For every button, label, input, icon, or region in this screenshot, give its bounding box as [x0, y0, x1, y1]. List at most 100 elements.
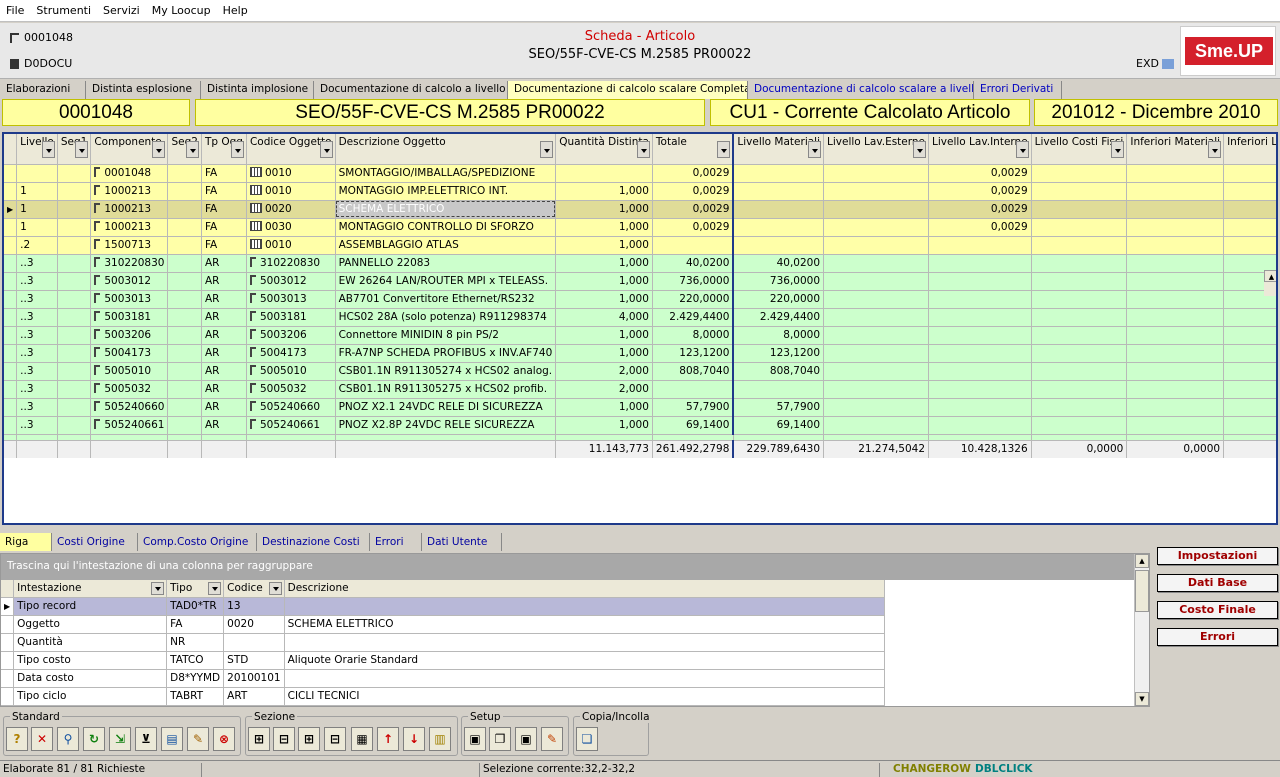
table-row[interactable]: ..3 5004173 AR 5004173 FR-A7NP SCHEDA PROFIB…: [4, 344, 1276, 363]
col-header-12[interactable]: Livello Costi Fissi: [1031, 134, 1128, 165]
cell[interactable]: PANNELLO 22083: [335, 254, 557, 273]
row-selector[interactable]: [4, 398, 18, 417]
cell[interactable]: [57, 416, 92, 435]
cell[interactable]: 505240661: [246, 416, 336, 435]
cell[interactable]: [823, 272, 930, 291]
cell[interactable]: [928, 380, 1032, 399]
col-header-1[interactable]: Seq1: [57, 134, 92, 165]
cell[interactable]: [57, 182, 92, 201]
detail-row[interactable]: Tipo costo TATCO STD Aliquote Orarie Standa…: [1, 651, 885, 670]
cell[interactable]: AR: [201, 326, 247, 345]
col-header-9[interactable]: Livello Materiali: [733, 134, 825, 165]
table-row[interactable]: ..3 5005010 AR 5005010 CSB01.1N R911305274 x…: [4, 362, 1276, 381]
cell[interactable]: [1223, 164, 1276, 183]
tab-distinta-esplosione[interactable]: Distinta esplosione: [86, 81, 201, 99]
cell[interactable]: [167, 218, 202, 237]
col-header-8[interactable]: Totale: [652, 134, 735, 165]
detail-row[interactable]: Quantità NR: [1, 633, 885, 652]
chart-icon[interactable]: ▤: [161, 727, 183, 751]
row-selector[interactable]: [4, 164, 18, 183]
tree-collapse-icon[interactable]: ⊟: [273, 727, 295, 751]
table-row[interactable]: 0001048 FA 0010 SMONTAGGIO/IMBALLAG/SPEDIZI…: [4, 164, 1276, 183]
detail-vscroll[interactable]: ▲ ▼: [1134, 554, 1149, 706]
tab-doc-calcolo-livello[interactable]: Documentazione di calcolo a livello: [314, 81, 508, 99]
filter-dropdown-icon[interactable]: [75, 141, 89, 158]
cell[interactable]: [1126, 272, 1225, 291]
detail-col-header-2[interactable]: Codice: [223, 580, 285, 598]
tab-dati-utente[interactable]: Dati Utente: [422, 533, 502, 551]
row-selector[interactable]: [1, 687, 15, 706]
cart-icon[interactable]: ⊻: [135, 727, 157, 751]
cell[interactable]: 0,0029: [928, 218, 1032, 237]
filter-dropdown-icon[interactable]: [913, 141, 927, 158]
cell[interactable]: 5003012: [90, 272, 169, 291]
detail-row[interactable]: Data costo D8*YYMD 20100101: [1, 669, 885, 688]
col-header-11[interactable]: Livello Lav.Interne: [928, 134, 1032, 165]
cell[interactable]: 57,7900: [733, 398, 825, 417]
row-selector[interactable]: [4, 416, 18, 435]
cell[interactable]: 0010: [246, 164, 336, 183]
filter-dropdown-icon[interactable]: [152, 141, 166, 158]
detail-cell[interactable]: TABRT: [166, 687, 225, 706]
cell[interactable]: [928, 272, 1032, 291]
row-selector[interactable]: ▶: [4, 200, 18, 219]
cell[interactable]: [823, 218, 930, 237]
col-header-10[interactable]: Livello Lav.Esterne: [823, 134, 930, 165]
cell[interactable]: MONTAGGIO CONTROLLO DI SFORZO: [335, 218, 557, 237]
cell[interactable]: 5003013: [246, 290, 336, 309]
cell[interactable]: 5003013: [90, 290, 169, 309]
cell[interactable]: 0,0029: [928, 200, 1032, 219]
cell[interactable]: ..3: [16, 272, 58, 291]
cell[interactable]: [823, 200, 930, 219]
cell[interactable]: PNOZ X2.8P 24VDC RELE SICUREZZA: [335, 416, 557, 435]
table-row[interactable]: ..3 505240661 AR 505240661 PNOZ X2.8P 24VDC …: [4, 416, 1276, 435]
tools-icon[interactable]: ✎: [187, 727, 209, 751]
cell[interactable]: [1031, 326, 1128, 345]
row-selector[interactable]: [4, 326, 18, 345]
menu-servizi[interactable]: Servizi: [97, 0, 146, 17]
cell[interactable]: [57, 272, 92, 291]
row-selector[interactable]: [1, 669, 15, 688]
cell[interactable]: [167, 326, 202, 345]
cell[interactable]: 1,000: [555, 398, 653, 417]
cell[interactable]: ..3: [16, 326, 58, 345]
copy-icon[interactable]: ❏: [576, 727, 598, 751]
detail-cell[interactable]: 20100101: [223, 669, 285, 688]
detail-cell[interactable]: Tipo costo: [13, 651, 168, 670]
grid-vscroll[interactable]: ▲: [1264, 270, 1276, 296]
cell[interactable]: MONTAGGIO IMP.ELETTRICO INT.: [335, 182, 557, 201]
cell[interactable]: 1: [16, 182, 58, 201]
columns-icon[interactable]: ▥: [429, 727, 451, 751]
detail-cell[interactable]: Aliquote Orarie Standard: [284, 651, 885, 670]
table-row[interactable]: ..3 5003206 AR 5003206 Connettore MINIDIN 8 …: [4, 326, 1276, 345]
cell[interactable]: CSB01.1N R911305275 x HCS02 profib.: [335, 380, 557, 399]
col-header-13[interactable]: Inferiori Materiali: [1126, 134, 1225, 165]
cell[interactable]: 310220830: [90, 254, 169, 273]
detail-col-header-1[interactable]: Tipo: [166, 580, 225, 598]
cell[interactable]: [57, 290, 92, 309]
cell[interactable]: [1031, 272, 1128, 291]
detail-cell[interactable]: TAD0*TR: [166, 597, 225, 616]
row-selector[interactable]: [4, 344, 18, 363]
cell[interactable]: 0020: [246, 200, 336, 219]
detail-col-header-3[interactable]: Descrizione: [284, 580, 885, 598]
cell[interactable]: [1031, 362, 1128, 381]
cell[interactable]: [1126, 218, 1225, 237]
cell[interactable]: [823, 164, 930, 183]
cell[interactable]: [1031, 164, 1128, 183]
table-row[interactable]: ..3 310220830 AR 310220830 PANNELLO 22083 1,0…: [4, 254, 1276, 273]
cell[interactable]: [167, 290, 202, 309]
cell[interactable]: 5004173: [246, 344, 336, 363]
filter-dropdown-icon[interactable]: [717, 141, 731, 158]
filter-dropdown-icon[interactable]: [540, 141, 554, 158]
cell[interactable]: [1126, 200, 1225, 219]
cell[interactable]: [167, 398, 202, 417]
cell[interactable]: 808,7040: [733, 362, 825, 381]
table-row[interactable]: ..3 5005032 AR 5005032 CSB01.1N R911305275 x…: [4, 380, 1276, 399]
cell[interactable]: [1031, 308, 1128, 327]
save-icon[interactable]: ▣: [464, 727, 486, 751]
detail-cell[interactable]: [284, 597, 885, 616]
costo-finale-button[interactable]: Costo Finale: [1157, 601, 1278, 619]
cell[interactable]: 0,0029: [652, 164, 735, 183]
col-header-14[interactable]: Inferiori Lav.Esterne: [1223, 134, 1276, 165]
